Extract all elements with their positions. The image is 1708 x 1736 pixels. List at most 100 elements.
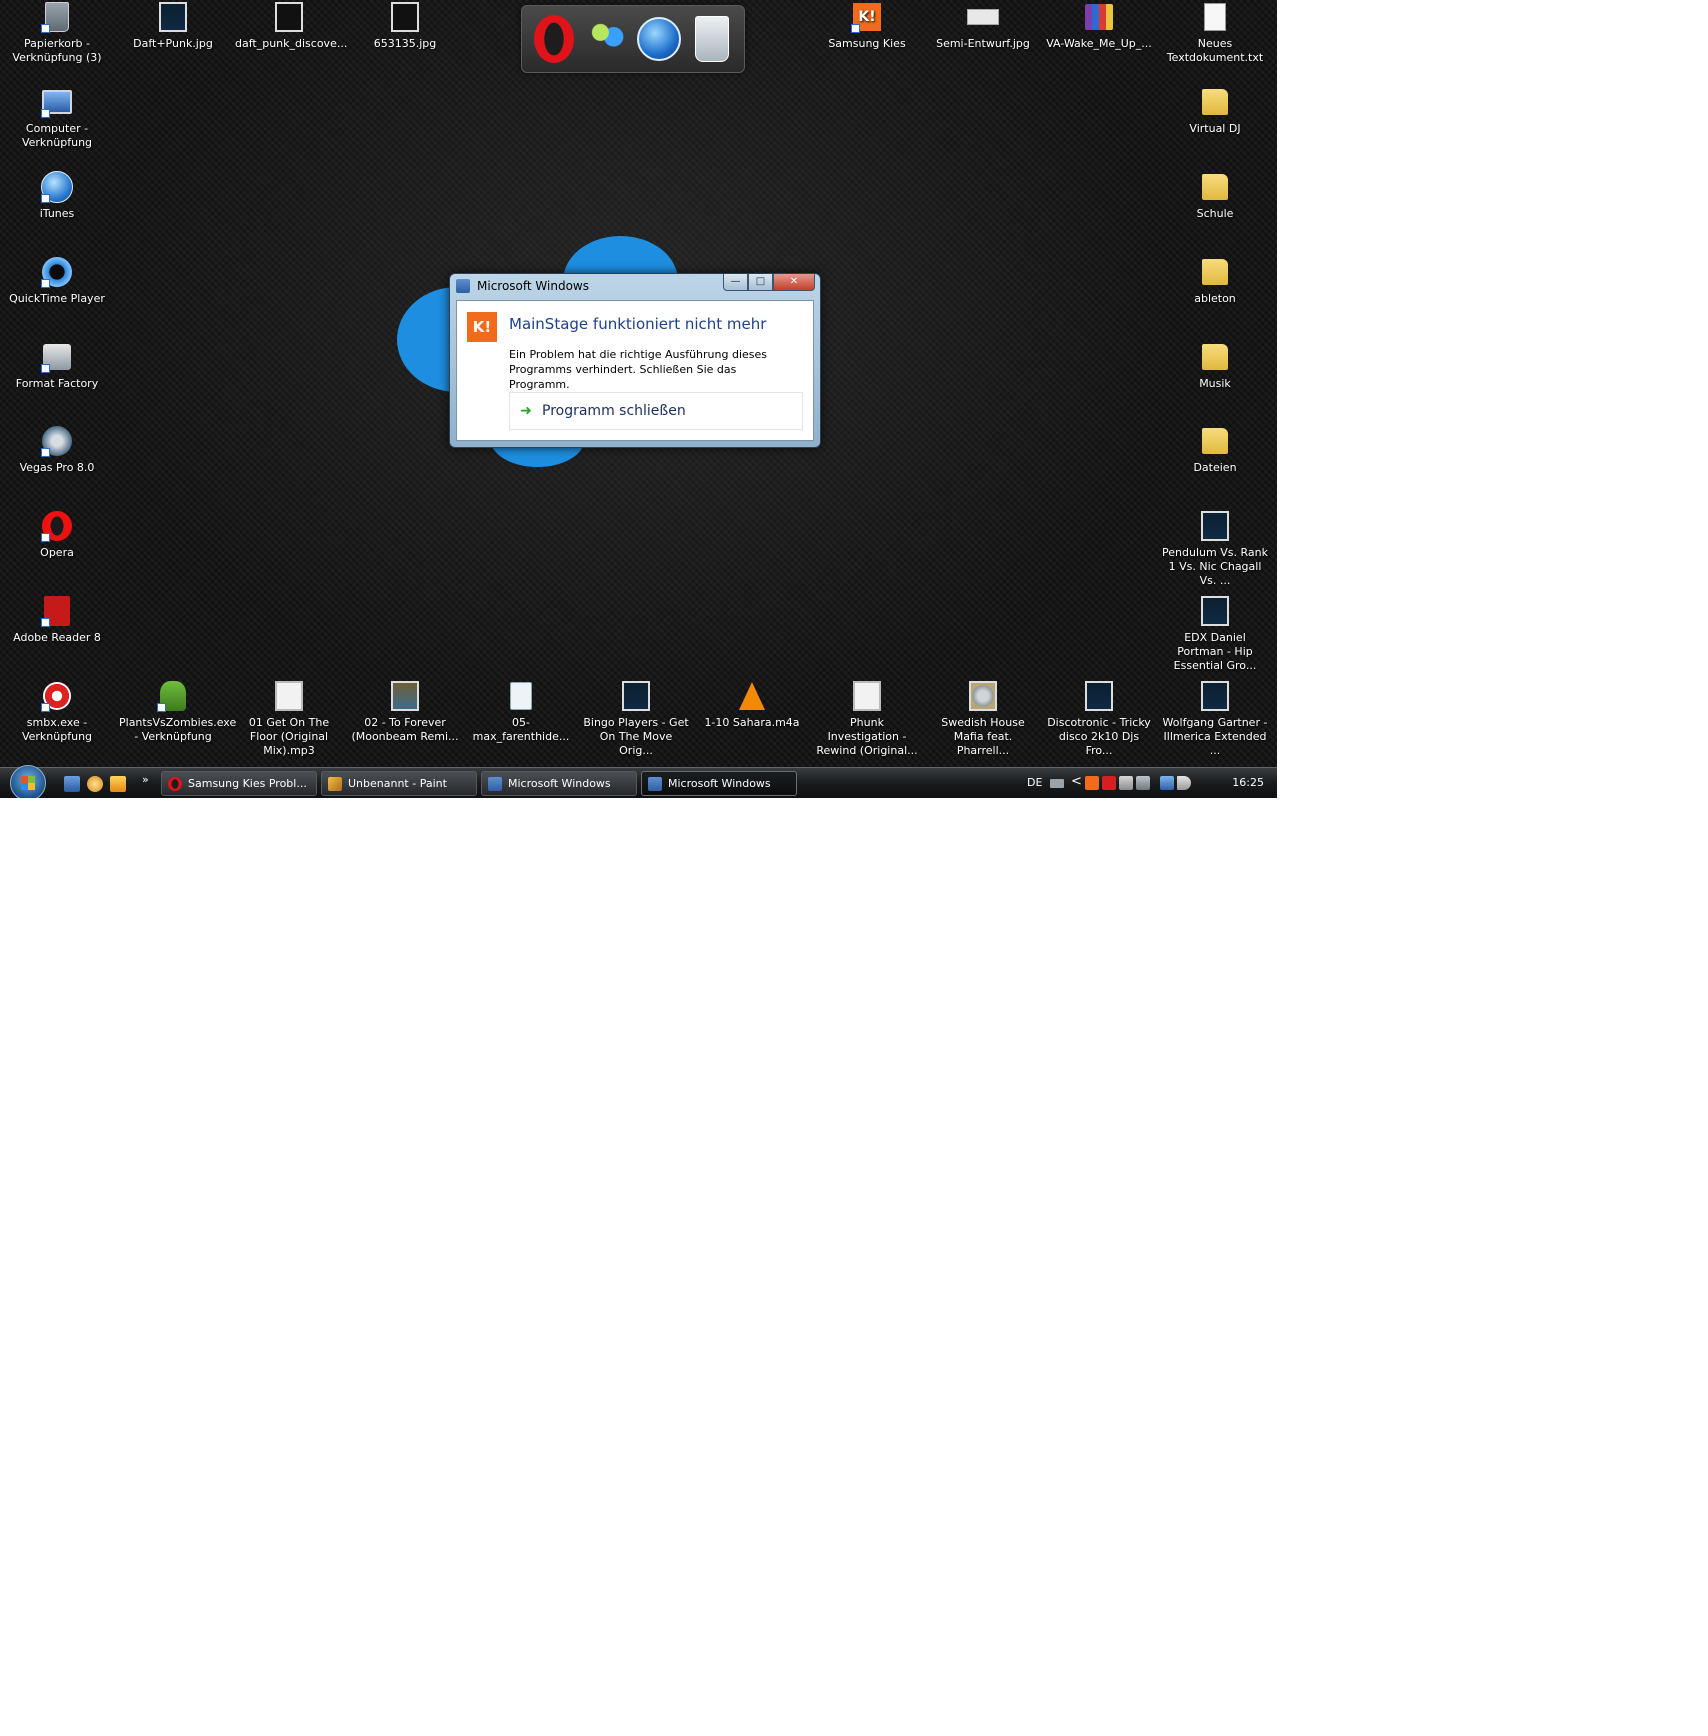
itunes-icon[interactable] bbox=[636, 14, 682, 64]
desktop-icon-musik[interactable]: Musik bbox=[1159, 341, 1271, 391]
taskbar-button-samsung-kies[interactable]: Samsung Kies Probl... bbox=[161, 771, 317, 796]
windows-dialog-icon bbox=[456, 279, 470, 293]
folder-icon bbox=[1199, 341, 1231, 373]
samsung-kies-tray-icon[interactable] bbox=[1085, 776, 1099, 790]
windows-logo-icon bbox=[21, 776, 35, 790]
messenger-icon[interactable] bbox=[584, 14, 630, 64]
desktop-icon-va-wake-me-up[interactable]: VA-Wake_Me_Up_... bbox=[1043, 1, 1155, 51]
desktop-icon-format-factory[interactable]: Format Factory bbox=[1, 341, 113, 391]
desktop-icon-opera[interactable]: Opera bbox=[1, 510, 113, 560]
audio-file-icon bbox=[851, 680, 883, 712]
desktop-icon-ableton[interactable]: ableton bbox=[1159, 256, 1271, 306]
start-button[interactable] bbox=[10, 765, 46, 798]
desktop-icon-vegas-pro[interactable]: Vegas Pro 8.0 bbox=[1, 425, 113, 475]
desktop-icon-bingo-players[interactable]: Bingo Players - Get On The Move Orig... bbox=[580, 680, 692, 758]
desktop-icon-get-on-the-floor[interactable]: 01 Get On The Floor (Original Mix).mp3 bbox=[233, 680, 345, 758]
network-icon[interactable] bbox=[1160, 776, 1174, 790]
opera-icon bbox=[41, 510, 73, 542]
desktop-icon-computer[interactable]: Computer - Verknüpfung bbox=[1, 86, 113, 150]
dialog-title: Microsoft Windows bbox=[477, 279, 589, 293]
show-desktop-icon[interactable] bbox=[64, 776, 80, 792]
close-button[interactable]: ✕ bbox=[773, 274, 815, 291]
desktop-icon-label: PlantsVsZombies.exe - Verknüpfung bbox=[119, 716, 237, 743]
desktop-icon-label: Swedish House Mafia feat. Pharrell... bbox=[941, 716, 1025, 757]
desktop-icon-label: Discotronic - Tricky disco 2k10 Djs Fro.… bbox=[1047, 716, 1151, 757]
desktop-icon-label: Phunk Investigation - Rewind (Original..… bbox=[816, 716, 918, 757]
desktop-icon-label: Opera bbox=[40, 546, 74, 559]
audio-file-icon bbox=[967, 680, 999, 712]
desktop-icon-smbx[interactable]: smbx.exe - Verknüpfung bbox=[1, 680, 113, 744]
desktop-icon-phunk-investigation[interactable]: Phunk Investigation - Rewind (Original..… bbox=[811, 680, 923, 758]
desktop-icon-label: 05-max_farenthide... bbox=[472, 716, 570, 743]
desktop-icon-edx-daniel-portman[interactable]: EDX Daniel Portman - Hip Essential Gro..… bbox=[1159, 595, 1271, 673]
taskbar-button-microsoft-windows-1[interactable]: Microsoft Windows bbox=[481, 771, 637, 796]
taskbar-button-label: Unbenannt - Paint bbox=[348, 777, 447, 790]
desktop-icon-daft-punk-discovery[interactable]: daft_punk_discove... bbox=[233, 1, 348, 51]
error-dialog: Microsoft Windows — □ ✕ K! MainStage fun… bbox=[449, 273, 821, 448]
audio-file-icon bbox=[273, 680, 305, 712]
desktop-icon-dateien[interactable]: Dateien bbox=[1159, 425, 1271, 475]
text-file-icon bbox=[1199, 1, 1231, 33]
desktop-icon-wolfgang-gartner[interactable]: Wolfgang Gartner - Illmerica Extended ..… bbox=[1159, 680, 1271, 758]
sync-icon[interactable] bbox=[1119, 776, 1133, 790]
desktop-icon-discotronic[interactable]: Discotronic - Tricky disco 2k10 Djs Fro.… bbox=[1043, 680, 1155, 758]
ati-catalyst-icon[interactable] bbox=[1102, 776, 1116, 790]
desktop-icon-pendulum[interactable]: Pendulum Vs. Rank 1 Vs. Nic Chagall Vs. … bbox=[1159, 510, 1271, 588]
language-indicator[interactable]: DE bbox=[1027, 776, 1042, 789]
desktop-icon-label: Musik bbox=[1199, 377, 1231, 390]
desktop-icon-label: Papierkorb - Verknüpfung (3) bbox=[12, 37, 102, 64]
desktop-icon-quicktime[interactable]: QuickTime Player bbox=[1, 256, 113, 306]
desktop-icon-653135-jpg[interactable]: 653135.jpg bbox=[349, 1, 461, 51]
desktop-icon-max-farenthide[interactable]: 05-max_farenthide... bbox=[465, 680, 577, 744]
usb-device-icon[interactable] bbox=[1136, 776, 1150, 790]
desktop-icon-label: Vegas Pro 8.0 bbox=[19, 461, 95, 474]
taskbar-button-paint[interactable]: Unbenannt - Paint bbox=[321, 771, 477, 796]
quicktime-icon bbox=[41, 256, 73, 288]
image-file-icon bbox=[273, 1, 305, 33]
minimize-button[interactable]: — bbox=[723, 274, 748, 291]
show-hidden-icons-button[interactable]: < bbox=[1071, 774, 1082, 789]
vlc-icon bbox=[736, 680, 768, 712]
close-program-button[interactable]: ➜ Programm schließen bbox=[509, 392, 803, 430]
desktop-icon-label: Computer - Verknüpfung bbox=[21, 122, 93, 149]
image-file-icon bbox=[389, 1, 421, 33]
desktop-icon-swedish-house-mafia[interactable]: Swedish House Mafia feat. Pharrell... bbox=[927, 680, 1039, 758]
desktop-icon-recycle-bin[interactable]: Papierkorb - Verknüpfung (3) bbox=[1, 1, 113, 65]
plants-vs-zombies-icon bbox=[157, 680, 189, 712]
recycle-bin-icon bbox=[41, 1, 73, 33]
desktop-icon-label: Wolfgang Gartner - Illmerica Extended ..… bbox=[1162, 716, 1268, 757]
switch-windows-icon[interactable] bbox=[87, 776, 103, 792]
taskbar: » Samsung Kies Probl... Unbenannt - Pain… bbox=[0, 765, 1277, 798]
desktop-icon-samsung-kies[interactable]: K! Samsung Kies bbox=[811, 1, 923, 51]
volume-icon[interactable] bbox=[1177, 776, 1191, 790]
desktop-icon-adobe-reader[interactable]: Adobe Reader 8 bbox=[1, 595, 113, 645]
audio-file-icon bbox=[1199, 510, 1231, 542]
desktop-icon-plants-vs-zombies[interactable]: PlantsVsZombies.exe - Verknüpfung bbox=[117, 680, 237, 744]
opera-icon[interactable] bbox=[531, 14, 577, 64]
samsung-kies-icon: K! bbox=[851, 1, 883, 33]
samsung-kies-icon: K! bbox=[467, 312, 497, 342]
folder-icon bbox=[1199, 425, 1231, 457]
keyboard-icon[interactable] bbox=[1050, 779, 1064, 788]
taskbar-button-microsoft-windows-2[interactable]: Microsoft Windows bbox=[641, 771, 797, 796]
desktop-icon-itunes[interactable]: iTunes bbox=[1, 171, 113, 221]
maximize-button[interactable]: □ bbox=[748, 274, 773, 291]
media-player-icon[interactable] bbox=[110, 776, 126, 792]
desktop-icon-sahara[interactable]: 1-10 Sahara.m4a bbox=[696, 680, 808, 730]
desktop-icon-to-forever[interactable]: 02 - To Forever (Moonbeam Remi... bbox=[349, 680, 461, 744]
desktop-icon-schule[interactable]: Schule bbox=[1159, 171, 1271, 221]
desktop: Papierkorb - Verknüpfung (3) Daft+Punk.j… bbox=[0, 0, 1277, 798]
desktop-icon-label: Bingo Players - Get On The Move Orig... bbox=[583, 716, 689, 757]
desktop-icon-label: daft_punk_discove... bbox=[235, 37, 348, 50]
windows-dialog-icon bbox=[488, 776, 502, 791]
dialog-titlebar[interactable]: Microsoft Windows — □ ✕ bbox=[450, 274, 820, 298]
desktop-icon-neues-textdokument[interactable]: Neues Textdokument.txt bbox=[1159, 1, 1271, 65]
desktop-icon-daft-punk-jpg[interactable]: Daft+Punk.jpg bbox=[117, 1, 229, 51]
desktop-icon-virtual-dj[interactable]: Virtual DJ bbox=[1159, 86, 1271, 136]
quick-launch-more-button[interactable]: » bbox=[142, 773, 149, 786]
clock[interactable]: 16:25 bbox=[1232, 776, 1264, 789]
recycle-bin-icon[interactable] bbox=[689, 14, 735, 64]
desktop-icon-label: iTunes bbox=[39, 207, 75, 220]
system-tray: DE < 16:25 bbox=[1027, 768, 1277, 798]
desktop-icon-semi-entwurf[interactable]: Semi-Entwurf.jpg bbox=[927, 1, 1039, 51]
